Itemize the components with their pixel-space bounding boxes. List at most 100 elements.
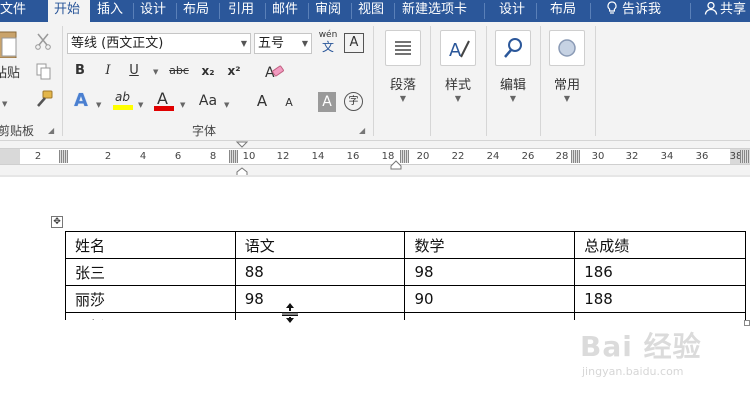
tab-table-design[interactable]: 设计	[499, 0, 525, 22]
table-cell[interactable]: 语文	[234, 231, 406, 259]
editing-button[interactable]: 编辑 ▼	[490, 26, 536, 116]
baidu-watermark: Bai 经验 jingyan.baidu.com	[580, 325, 740, 385]
table-row: 张三 88 98 186	[65, 258, 746, 286]
common-button[interactable]: 常用 ▼	[544, 26, 590, 116]
highlight-glyph: ab	[115, 90, 130, 104]
strikethrough-button[interactable]: abc	[166, 62, 192, 82]
ruler-column-marker[interactable]	[571, 150, 580, 163]
ruler-label: 28	[555, 151, 569, 162]
ruler-label: 26	[521, 151, 535, 162]
tab-table-layout[interactable]: 布局	[550, 0, 576, 22]
chevron-down-icon: ▼	[399, 94, 407, 103]
change-case-dropdown-arrow[interactable]: ▼	[224, 101, 229, 109]
lightbulb-icon	[607, 1, 617, 14]
change-case-button[interactable]: Aa	[196, 92, 220, 112]
table-cell[interactable]: 186	[574, 258, 746, 286]
table-cell[interactable]: 88	[234, 258, 406, 286]
highlight-button[interactable]: ab	[112, 90, 134, 112]
tab-layout[interactable]: 布局	[183, 0, 209, 22]
tab-view[interactable]: 视图	[358, 0, 384, 22]
chevron-down-icon: ▼	[563, 94, 571, 103]
table-cell[interactable]: 191	[574, 312, 746, 320]
watermark-sub: jingyan.baidu.com	[582, 365, 684, 378]
clipboard-launcher-icon[interactable]: ◢	[48, 126, 54, 135]
text-effects-button[interactable]: A	[71, 92, 91, 112]
table-cell[interactable]: 总成绩	[574, 231, 746, 259]
table-cell[interactable]: 188	[574, 285, 746, 313]
tab-new-tab[interactable]: 新建选项卡	[402, 0, 467, 22]
bold-button[interactable]: B	[72, 62, 88, 82]
table-resize-handle[interactable]	[744, 320, 750, 326]
table-cell[interactable]: 张三	[65, 258, 236, 286]
text-effects-dropdown-arrow[interactable]: ▼	[96, 101, 101, 109]
tab-mailings[interactable]: 邮件	[272, 0, 298, 22]
ruler-label: 30	[591, 151, 605, 162]
table-cell[interactable]: 97	[234, 312, 406, 320]
table-cell[interactable]: 姓名	[65, 231, 236, 259]
table-cell[interactable]: 丽莎	[65, 285, 236, 313]
chevron-down-icon: ▼	[509, 94, 517, 103]
ruler-column-marker[interactable]	[740, 150, 749, 163]
ruler-label: 36	[695, 151, 709, 162]
table-row: 姓名 语文 数学 总成绩	[65, 231, 746, 259]
font-name-value: 等线 (西文正文)	[71, 36, 164, 51]
paragraph-icon	[385, 30, 421, 66]
font-size-select[interactable]: 五号 ▼	[254, 33, 312, 54]
paragraph-label: 段落	[389, 78, 416, 93]
svg-text:A: A	[449, 40, 462, 61]
tab-insert[interactable]: 插入	[97, 0, 123, 22]
character-shading-button[interactable]: A	[318, 92, 336, 112]
table-cell[interactable]: 90	[404, 285, 576, 313]
character-border-button[interactable]: A	[344, 33, 364, 53]
shrink-font-button[interactable]: A	[282, 94, 296, 114]
ruler-label: 22	[451, 151, 465, 162]
ruler-margin-left	[0, 149, 20, 164]
tab-design[interactable]: 设计	[140, 0, 166, 22]
tab-references[interactable]: 引用	[228, 0, 254, 22]
styles-label: 样式	[444, 78, 471, 93]
format-painter-icon[interactable]	[34, 90, 54, 108]
font-launcher-icon[interactable]: ◢	[359, 126, 365, 135]
highlight-dropdown-arrow[interactable]: ▼	[138, 101, 143, 109]
tell-me-box[interactable]: 告诉我	[606, 0, 661, 22]
paragraph-button[interactable]: 段落 ▼	[380, 26, 426, 116]
right-indent-icon[interactable]	[390, 160, 402, 170]
horizontal-ruler[interactable]: 2 2 4 6 8 10 12 14 16 18 20 22 24 26 28 …	[0, 148, 750, 165]
grow-font-button[interactable]: A	[254, 92, 270, 112]
font-size-value: 五号	[258, 36, 285, 51]
phonetic-guide-bottom: 文	[321, 40, 334, 54]
table-cell[interactable]: 98	[234, 285, 406, 313]
enclose-characters-button[interactable]: 字	[344, 92, 363, 111]
score-table[interactable]: 姓名 语文 数学 总成绩 张三 88 98 186 丽莎 98 90 188 王…	[65, 231, 746, 320]
row-resize-cursor-icon	[282, 303, 298, 323]
table-cell[interactable]: 98	[404, 258, 576, 286]
table-cell[interactable]: 王娇	[65, 312, 236, 320]
tab-file[interactable]: 文件	[0, 0, 30, 22]
person-icon	[704, 1, 718, 15]
font-color-button[interactable]: A	[154, 89, 174, 112]
underline-dropdown-arrow[interactable]: ▼	[153, 68, 158, 76]
search-icon	[495, 30, 531, 66]
font-name-select[interactable]: 等线 (西文正文) ▼	[67, 33, 251, 54]
ruler-column-marker[interactable]	[59, 150, 68, 163]
cut-icon[interactable]	[34, 32, 52, 50]
tab-home[interactable]: 开始	[48, 0, 90, 22]
table-cell[interactable]: 数学	[404, 231, 576, 259]
underline-button[interactable]: U	[126, 62, 142, 82]
phonetic-guide-button[interactable]: wén 文	[316, 30, 340, 56]
styles-button[interactable]: A 样式 ▼	[435, 26, 481, 116]
paste-button[interactable]: 粘贴	[0, 28, 22, 81]
ruler-label: 24	[486, 151, 500, 162]
font-color-dropdown-arrow[interactable]: ▼	[180, 101, 185, 109]
subscript-button[interactable]: x₂	[199, 62, 217, 82]
tab-review[interactable]: 审阅	[315, 0, 341, 22]
clear-formatting-icon[interactable]: A	[263, 62, 285, 82]
table-cell[interactable]: 94	[404, 312, 576, 320]
share-button[interactable]: 共享	[704, 0, 746, 22]
paste-dropdown-arrow[interactable]: ▼	[2, 100, 7, 108]
copy-icon[interactable]	[34, 62, 52, 80]
superscript-button[interactable]: x²	[225, 62, 243, 82]
indent-markers-icon[interactable]	[235, 141, 249, 177]
italic-button[interactable]: I	[100, 62, 116, 82]
common-label: 常用	[553, 78, 580, 93]
